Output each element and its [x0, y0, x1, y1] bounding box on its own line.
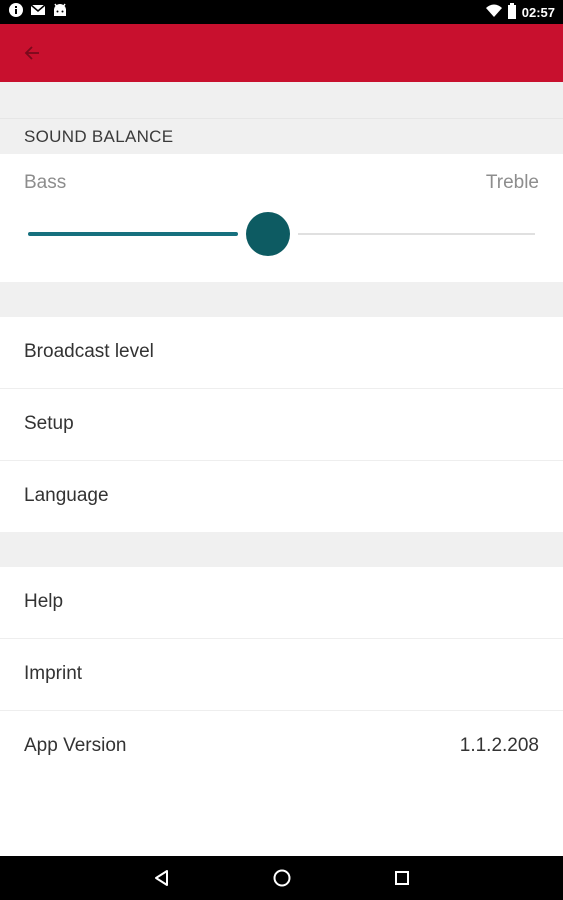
slider-track-inactive — [297, 233, 535, 235]
spacer-top — [0, 82, 563, 118]
sound-balance-card: Bass Treble — [0, 154, 563, 282]
navigation-bar — [0, 856, 563, 900]
recents-square-icon — [395, 871, 409, 885]
status-bar: 02:57 — [0, 0, 563, 24]
info-icon — [8, 2, 24, 23]
status-time: 02:57 — [521, 4, 555, 20]
list-item-label: App Version — [24, 735, 127, 756]
balance-slider[interactable] — [28, 212, 535, 256]
back-button[interactable] — [16, 37, 48, 69]
mail-icon — [30, 3, 46, 22]
nav-recents-button[interactable] — [390, 866, 414, 890]
app-version-value: 1.1.2.208 — [459, 735, 539, 756]
battery-icon — [507, 2, 517, 22]
list-item-label: Help — [24, 591, 64, 612]
toolbar — [0, 24, 563, 82]
android-icon — [52, 3, 68, 22]
section-header: SOUND BALANCE — [0, 118, 563, 155]
home-circle-icon — [273, 869, 291, 887]
treble-label: Treble — [485, 172, 539, 193]
bass-label: Bass — [24, 172, 67, 193]
list-item-label: Broadcast level — [24, 341, 154, 362]
slider-track-active — [28, 232, 238, 236]
list-item-help[interactable]: Help — [0, 567, 563, 638]
list-item-label: Setup — [24, 413, 74, 434]
section-title: SOUND BALANCE — [24, 127, 174, 146]
back-triangle-icon — [155, 870, 168, 886]
status-left-icons — [0, 2, 68, 23]
nav-back-button[interactable] — [150, 866, 174, 890]
list-item-label: Imprint — [24, 663, 83, 684]
list-item-imprint[interactable]: Imprint — [0, 639, 563, 710]
arrow-left-icon — [24, 46, 39, 60]
list-item-setup[interactable]: Setup — [0, 389, 563, 460]
spacer-lower — [0, 532, 563, 567]
list-item-app-version: App Version 1.1.2.208 — [0, 711, 563, 782]
wifi-icon — [485, 4, 502, 21]
spacer-middle — [0, 282, 563, 317]
nav-home-button[interactable] — [270, 866, 294, 890]
list-item-label: Language — [24, 485, 109, 506]
list-item-language[interactable]: Language — [0, 461, 563, 532]
list-item-broadcast-level[interactable]: Broadcast level — [0, 317, 563, 388]
status-right-icons: 02:57 — [485, 2, 563, 22]
slider-thumb[interactable] — [245, 212, 290, 256]
